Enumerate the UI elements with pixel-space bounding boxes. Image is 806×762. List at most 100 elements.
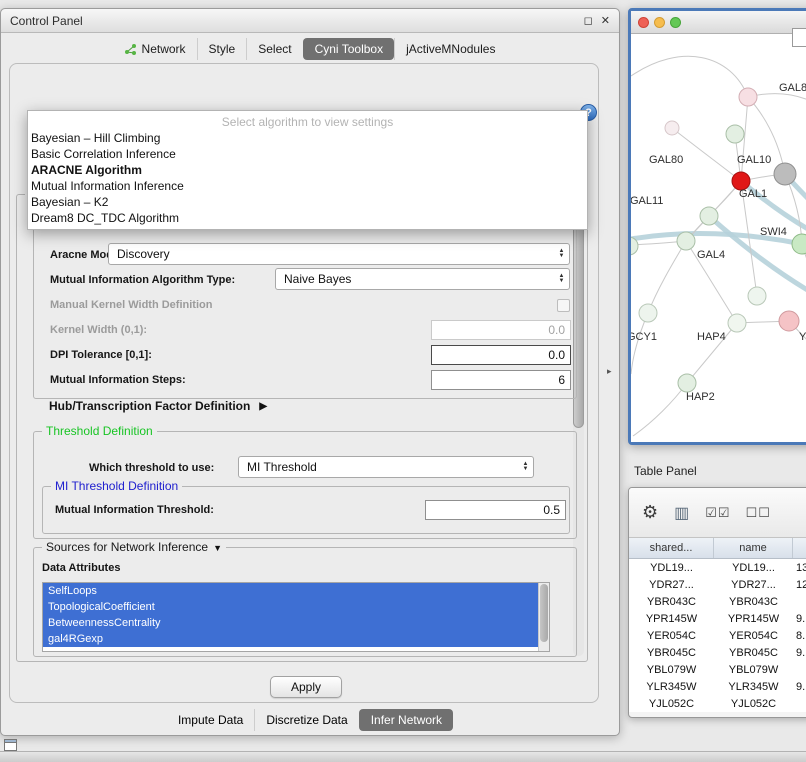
attributes-scrollbar[interactable]	[538, 583, 549, 651]
table-cell: YDR27...	[629, 576, 714, 593]
network-canvas[interactable]: GAL8GAL80GAL10GAL1GAL11SWI4GAL4GCY1HAP4Y…	[631, 34, 806, 442]
tab-discretize-data[interactable]: Discretize Data	[254, 709, 358, 731]
network-view-window[interactable]: GAL8GAL80GAL10GAL1GAL11SWI4GAL4GCY1HAP4Y…	[628, 8, 806, 445]
network-node[interactable]	[748, 287, 766, 305]
tab-impute-data[interactable]: Impute Data	[167, 709, 254, 731]
algorithm-definition-group: Algorithm Definition Aracne Mode: Discov…	[33, 221, 577, 399]
network-scroll-widget[interactable]	[792, 28, 806, 47]
column-header-1[interactable]: name	[714, 538, 793, 558]
network-node[interactable]	[639, 304, 657, 322]
combo-stepper-icon: ▲▼	[554, 244, 569, 264]
minimize-icon[interactable]: ◻	[584, 14, 593, 27]
control-panel-titlebar[interactable]: Control Panel ◻ ✕	[1, 9, 619, 33]
algorithm-option-dream8-dc-tdc-algorithm[interactable]: Dream8 DC_TDC Algorithm	[28, 210, 587, 226]
data-attribute-item[interactable]: BetweennessCentrality	[43, 615, 549, 631]
close-icon[interactable]: ✕	[601, 14, 610, 27]
table-cell: YJL052C	[714, 695, 793, 712]
which-threshold-combo[interactable]: MI Threshold ▲▼	[238, 456, 534, 478]
column-header-2[interactable]	[793, 538, 806, 558]
apply-button[interactable]: Apply	[270, 676, 342, 698]
settings-gear-icon[interactable]: ⚙	[642, 502, 659, 523]
tab-network[interactable]: Network	[114, 38, 197, 60]
table-cell: YBL079W	[714, 661, 793, 678]
table-toolbar: ⚙ ▥ ☑☑ ☐☐	[629, 488, 806, 538]
table-head: shared...name	[629, 538, 806, 559]
table-cell	[793, 593, 806, 610]
table-panel-window: ⚙▥☑☑☐☐ shared...name YDL19...YDL19...13Y…	[628, 487, 806, 718]
algorithm-option-aracne-algorithm[interactable]: ARACNE Algorithm	[28, 162, 587, 178]
deselect-all-columns-icon[interactable]: ☐☐	[746, 505, 771, 521]
table-row[interactable]: YLR345WYLR345W9.	[629, 678, 806, 695]
table-row[interactable]: YBL079WYBL079W	[629, 661, 806, 678]
select-all-columns-icon[interactable]: ☑☑	[705, 505, 730, 521]
network-node[interactable]	[677, 232, 695, 250]
table-cell	[793, 661, 806, 678]
algorithm-option-bayesian-hill-climbing[interactable]: Bayesian – Hill Climbing	[28, 130, 587, 146]
network-node[interactable]	[678, 374, 696, 392]
combo-stepper-icon: ▲▼	[518, 457, 533, 477]
column-header-0[interactable]: shared...	[629, 538, 714, 558]
which-threshold-value: MI Threshold	[247, 460, 317, 474]
table-row[interactable]: YBR045CYBR045C9.	[629, 644, 806, 661]
show-columns-icon[interactable]: ▥	[674, 503, 690, 523]
window-footer	[0, 751, 806, 762]
tab-label: Style	[209, 42, 236, 56]
table-cell: YDL19...	[714, 559, 793, 576]
control-panel-window: Control Panel ◻ ✕ Network Style Select Cyni…	[0, 8, 620, 736]
hub-section-label: Hub/Transcription Factor Definition	[49, 399, 250, 413]
mi-threshold-label: Mutual Information Threshold:	[55, 504, 214, 516]
tab-label: Impute Data	[178, 713, 243, 727]
tab-infer-network[interactable]: Infer Network	[359, 709, 453, 731]
scrollbar-thumb[interactable]	[540, 584, 548, 642]
mi-type-combo[interactable]: Naive Bayes ▲▼	[275, 268, 570, 290]
sources-group-title[interactable]: Sources for Network Inference▼	[42, 540, 226, 554]
network-node[interactable]	[700, 207, 718, 225]
table-cell: YBR043C	[714, 593, 793, 610]
algorithm-option-mutual-information-inference[interactable]: Mutual Information Inference	[28, 178, 587, 194]
panel-divider-arrow-icon[interactable]: ▸	[607, 366, 612, 377]
hub-section-toggle[interactable]: Hub/Transcription Factor Definition ▶	[49, 399, 267, 413]
zoom-traffic-light-icon[interactable]	[670, 17, 681, 28]
mi-steps-input[interactable]	[431, 370, 571, 390]
tab-label: Cyni Toolbox	[315, 42, 383, 56]
algorithm-option-basic-correlation-inference[interactable]: Basic Correlation Inference	[28, 146, 587, 162]
table-row[interactable]: YJL052CYJL052C	[629, 695, 806, 712]
tab-jactivemnodules[interactable]: jActiveMNodules	[394, 38, 506, 60]
kernel-width-label: Kernel Width (0,1):	[50, 324, 147, 336]
aracne-mode-value: Discovery	[117, 247, 170, 261]
mi-threshold-input[interactable]	[425, 500, 566, 520]
algorithm-option-bayesian-k2[interactable]: Bayesian – K2	[28, 194, 587, 210]
network-node[interactable]	[779, 311, 799, 331]
network-node[interactable]	[728, 314, 746, 332]
minimize-traffic-light-icon[interactable]	[654, 17, 665, 28]
aracne-mode-combo[interactable]: Discovery ▲▼	[108, 243, 570, 265]
restore-panel-icon[interactable]	[4, 739, 17, 751]
table-row[interactable]: YDL19...YDL19...13	[629, 559, 806, 576]
network-edge	[631, 56, 748, 97]
tab-select[interactable]: Select	[246, 38, 302, 60]
network-node[interactable]	[726, 125, 744, 143]
dpi-tolerance-label: DPI Tolerance [0,1]:	[50, 349, 152, 361]
tab-cyni-toolbox[interactable]: Cyni Toolbox	[303, 38, 394, 60]
tab-style[interactable]: Style	[197, 38, 247, 60]
table-row[interactable]: YDR27...YDR27...12	[629, 576, 806, 593]
data-attributes-list[interactable]: SelfLoopsTopologicalCoefficientBetweenne…	[42, 582, 550, 652]
close-traffic-light-icon[interactable]	[638, 17, 649, 28]
network-node[interactable]	[739, 88, 757, 106]
table-row[interactable]: YPR145WYPR145W9.	[629, 610, 806, 627]
which-threshold-label: Which threshold to use:	[89, 462, 214, 474]
network-window-titlebar[interactable]	[631, 11, 806, 34]
network-node[interactable]	[665, 121, 679, 135]
table-row[interactable]: YER054CYER054C8.	[629, 627, 806, 644]
network-node[interactable]	[774, 163, 796, 185]
dpi-tolerance-input[interactable]	[431, 345, 571, 365]
table-cell: YER054C	[714, 627, 793, 644]
data-attribute-item[interactable]: gal4RGexp	[43, 631, 549, 647]
table-row[interactable]: YBR043CYBR043C	[629, 593, 806, 610]
table-cell: YDR27...	[714, 576, 793, 593]
network-node[interactable]	[792, 234, 806, 254]
tab-label: Infer Network	[371, 713, 442, 727]
node-label: GCY1	[631, 331, 657, 343]
data-attribute-item[interactable]: SelfLoops	[43, 583, 549, 599]
data-attribute-item[interactable]: TopologicalCoefficient	[43, 599, 549, 615]
